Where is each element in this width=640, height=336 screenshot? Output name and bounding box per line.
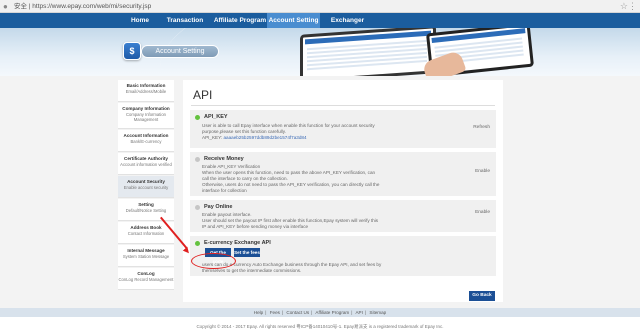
page-title: API (193, 88, 213, 102)
panel-receive-money: Receive Money Enable API_KEY Verificatio… (190, 152, 496, 196)
status-on-icon (195, 241, 200, 246)
lock-icon: ● (3, 2, 8, 11)
status-off-icon (195, 205, 200, 210)
panel-pay-online: Pay Online Enable payout interface. User… (190, 200, 496, 232)
sidebar-item-setting[interactable]: Setting Default/Notice Setting (118, 199, 174, 221)
panel-title: API_KEY (204, 114, 228, 120)
annotation-circle (191, 253, 236, 269)
panel-ecurrency-exchange-api: E-currency Exchange API Get the code Set… (190, 236, 496, 276)
panel-desc: User is able to call Epay interface when… (202, 123, 375, 128)
footer-link-help[interactable]: Help (254, 310, 263, 315)
api-key-value: aaaaeb25b2597ddb89d2be1574f7a3d84 (223, 135, 307, 140)
tablet-illustration (300, 28, 436, 76)
enable-pay-online-link[interactable]: Enable (475, 210, 490, 215)
panel-desc: call the interface to carry on the colle… (202, 176, 288, 181)
footer-link-affiliate-program[interactable]: Affiliate Program (315, 310, 349, 315)
sidebar-item-account-security[interactable]: Account Security Enable account security (118, 176, 174, 198)
bookmark-star-icon[interactable]: ☆ (620, 1, 628, 11)
sidebar-item-certificate-authority[interactable]: Certificate Authority Account information… (118, 153, 174, 175)
footer-link-api[interactable]: API (355, 310, 362, 315)
panel-desc: User should set the payout IP first afte… (202, 218, 379, 223)
sidebar-item-conlog[interactable]: ConLog ConLog Record Management (118, 268, 174, 290)
dollar-icon: $ (123, 42, 141, 60)
enable-receive-money-link[interactable]: Enable (475, 169, 490, 174)
status-off-icon (195, 157, 200, 162)
panel-desc: purpose,please set this function careful… (202, 129, 286, 134)
panel-desc: IP and API_KEY before sending money via … (202, 224, 309, 229)
api-key-line: API_KEY: aaaaeb25b2597ddb89d2be1574f7a3d… (202, 135, 307, 140)
panel-api-key: API_KEY User is able to call Epay interf… (190, 110, 496, 148)
sidebar-item-account-information[interactable]: Account Information Bank/E-currency (118, 130, 174, 152)
refresh-link[interactable]: Refresh (473, 125, 490, 130)
nav-transaction-record[interactable]: Transaction Record (157, 13, 213, 39)
panel-title: Pay Online (204, 204, 233, 210)
title-divider (191, 105, 495, 106)
url-field[interactable]: 安全 | https://www.epay.com/web/mi/securit… (14, 2, 151, 11)
main-nav: Home Transaction Record Affiliate Progra… (0, 13, 640, 39)
nav-home[interactable]: Home (123, 13, 157, 28)
panel-title: E-currency Exchange API (204, 240, 271, 246)
nav-affiliate-program[interactable]: Affiliate Program (213, 13, 267, 28)
footer-link-sitemap[interactable]: Sitemap (369, 310, 386, 315)
account-sidebar: Basic Information Email/Address/Mobile Co… (118, 80, 174, 291)
sidebar-item-internal-message[interactable]: Internal Message System Station Message (118, 245, 174, 267)
footer-link-contact-us[interactable]: Contact Us (286, 310, 309, 315)
panel-desc: interface for collection (202, 188, 247, 193)
status-on-icon (195, 115, 200, 120)
page-body: Basic Information Email/Address/Mobile Co… (0, 76, 640, 308)
panel-desc: Enable payout interface. (202, 212, 252, 217)
panel-desc: Enable API_KEY Verification (202, 164, 261, 169)
copyright-text: Copyright © 2014 - 2017 Epay. All rights… (196, 324, 444, 329)
api-content: API API_KEY User is able to call Epay in… (183, 80, 503, 302)
browser-menu-icon[interactable]: ⋮ (628, 1, 637, 11)
footer-link-fees[interactable]: Fees (270, 310, 280, 315)
nav-account-setting[interactable]: Account Setting (267, 13, 320, 28)
go-back-button[interactable]: Go Back (469, 291, 495, 301)
panel-title: Receive Money (204, 156, 244, 162)
sidebar-item-basic-information[interactable]: Basic Information Email/Address/Mobile (118, 80, 174, 102)
set-fees-button[interactable]: Set the fees (234, 248, 260, 257)
panel-desc: When the user opens this function, need … (202, 170, 376, 175)
panel-desc: Otherwise, users do not need to pass the… (202, 182, 380, 187)
header-banner: $ Account Setting (0, 28, 640, 76)
sidebar-item-company-information[interactable]: Company Information Company Information M… (118, 103, 174, 129)
footer-links: Help | Fees | Contact Us | Affiliate Progra… (0, 308, 640, 317)
nav-exchanger-rating[interactable]: Exchanger Rating (320, 13, 375, 39)
browser-address-bar: ● 安全 | https://www.epay.com/web/mi/secur… (0, 0, 640, 13)
panel-desc: users can do e-currency Auto Exchange bu… (202, 262, 382, 267)
banner-title: Account Setting (141, 45, 219, 58)
panel-desc: themselves to get the intermediate commi… (202, 268, 302, 273)
